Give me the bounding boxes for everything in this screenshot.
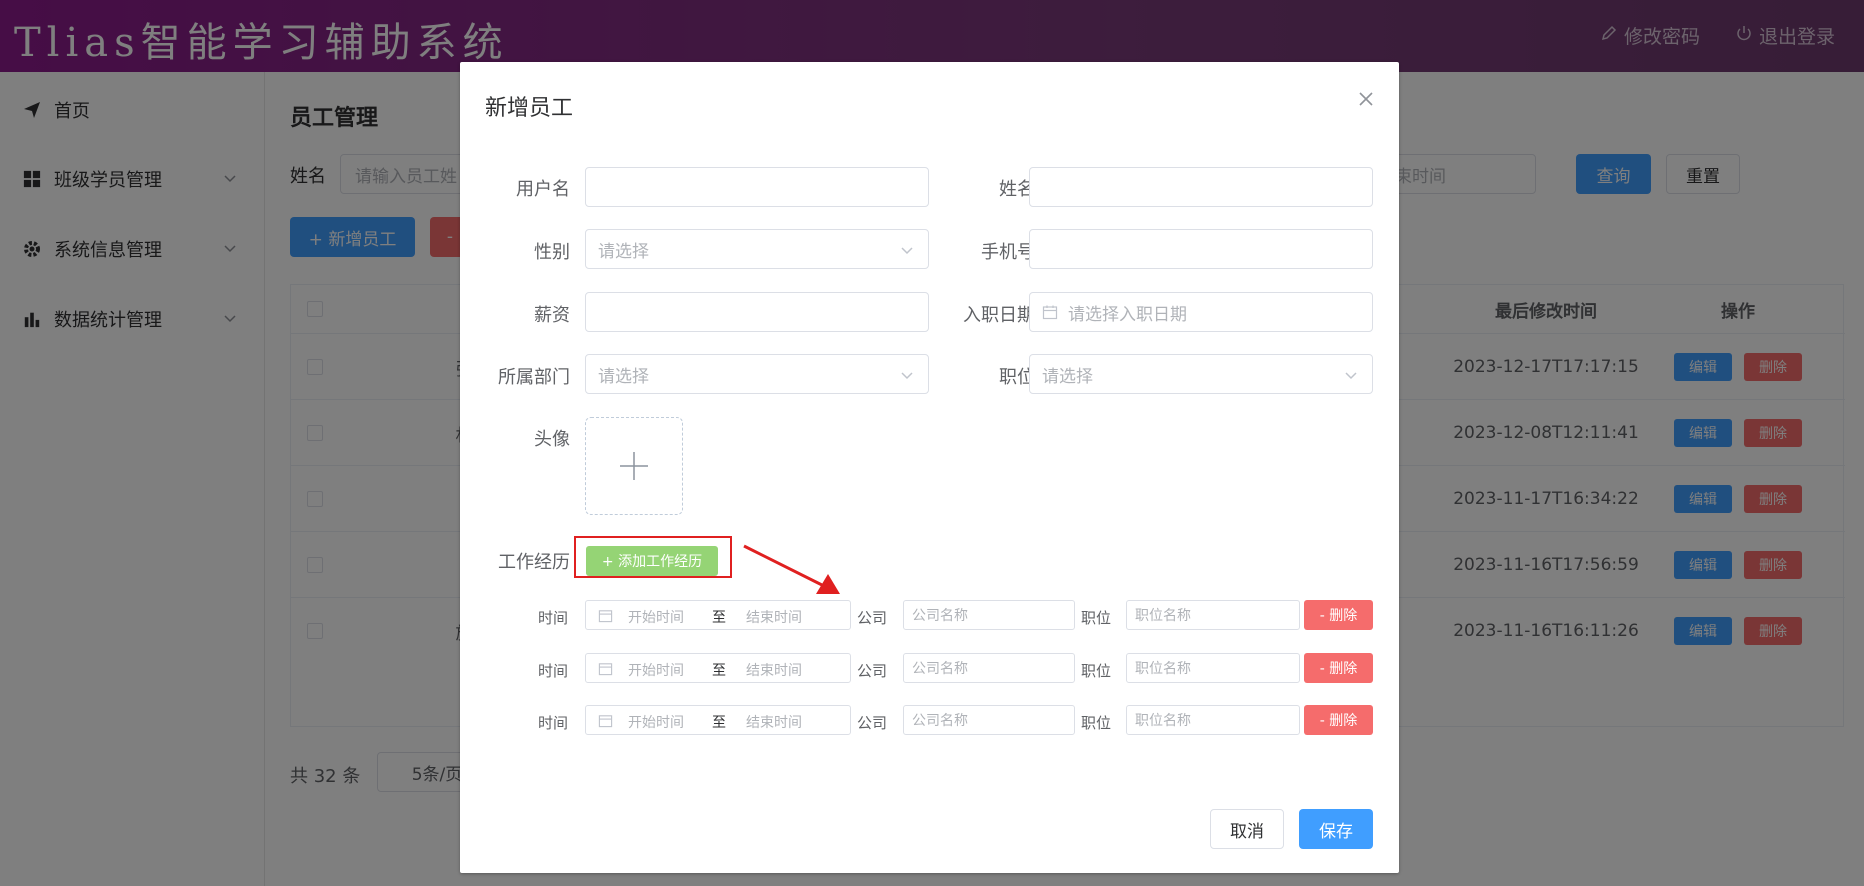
exp-range-separator: 至 <box>712 663 726 679</box>
exp-start-placeholder: 开始时间 <box>628 610 684 626</box>
exp-time-label: 时间 <box>538 662 569 680</box>
phone-input[interactable] <box>1029 229 1373 269</box>
chevron-down-icon <box>1345 372 1357 380</box>
gender-placeholder: 请选择 <box>598 241 649 262</box>
close-icon[interactable] <box>1357 90 1375 108</box>
gender-select[interactable]: 请选择 <box>585 229 929 269</box>
exp-end-placeholder: 结束时间 <box>746 715 802 731</box>
name-label: 姓名 <box>999 179 1035 200</box>
entry-date-label: 入职日期 <box>963 305 1035 326</box>
exp-range-separator: 至 <box>712 715 726 731</box>
exp-start-placeholder: 开始时间 <box>628 663 684 679</box>
exp-job-label: 职位 <box>1081 609 1112 627</box>
add-employee-dialog: 新增员工 用户名 姓名 性别 请选择 手机号 薪资 入职日期 请选择入职日期 所… <box>460 62 1399 873</box>
position-select[interactable]: 请选择 <box>1029 354 1373 394</box>
department-select[interactable]: 请选择 <box>585 354 929 394</box>
gender-label: 性别 <box>534 242 570 263</box>
calendar-icon <box>598 715 613 728</box>
exp-company-input[interactable]: 公司名称 <box>903 653 1075 683</box>
exp-range-separator: 至 <box>712 610 726 626</box>
exp-delete-button[interactable]: - 删除 <box>1304 600 1373 630</box>
exp-delete-button[interactable]: - 删除 <box>1304 705 1373 735</box>
avatar-label: 头像 <box>534 429 570 450</box>
username-label: 用户名 <box>516 179 570 200</box>
work-experience-label: 工作经历 <box>498 552 570 573</box>
calendar-icon <box>1042 305 1058 320</box>
avatar-uploader[interactable] <box>585 417 683 515</box>
calendar-icon <box>598 610 613 623</box>
username-input[interactable] <box>585 167 929 207</box>
department-placeholder: 请选择 <box>598 366 649 387</box>
salary-label: 薪资 <box>534 305 570 326</box>
exp-company-input[interactable]: 公司名称 <box>903 705 1075 735</box>
position-placeholder: 请选择 <box>1042 366 1093 387</box>
exp-end-placeholder: 结束时间 <box>746 663 802 679</box>
calendar-icon <box>598 663 613 676</box>
exp-company-input[interactable]: 公司名称 <box>903 600 1075 630</box>
save-button[interactable]: 保存 <box>1299 809 1373 849</box>
plus-icon <box>620 452 648 480</box>
phone-label: 手机号 <box>981 242 1035 263</box>
exp-start-placeholder: 开始时间 <box>628 715 684 731</box>
position-label: 职位 <box>999 367 1035 388</box>
add-work-experience-button[interactable]: + 添加工作经历 <box>586 546 718 576</box>
exp-company-label: 公司 <box>857 714 888 732</box>
exp-time-label: 时间 <box>538 609 569 627</box>
chevron-down-icon <box>901 372 913 380</box>
dialog-title: 新增员工 <box>485 96 574 121</box>
exp-date-range[interactable]: 开始时间 至 结束时间 <box>585 600 851 630</box>
exp-company-label: 公司 <box>857 609 888 627</box>
exp-job-label: 职位 <box>1081 714 1112 732</box>
exp-company-label: 公司 <box>857 662 888 680</box>
entry-date-picker[interactable]: 请选择入职日期 <box>1029 292 1373 332</box>
cancel-button[interactable]: 取消 <box>1210 809 1284 849</box>
department-label: 所属部门 <box>498 367 570 388</box>
exp-job-input[interactable]: 职位名称 <box>1126 600 1300 630</box>
exp-date-range[interactable]: 开始时间 至 结束时间 <box>585 705 851 735</box>
exp-delete-button[interactable]: - 删除 <box>1304 653 1373 683</box>
exp-time-label: 时间 <box>538 714 569 732</box>
exp-job-input[interactable]: 职位名称 <box>1126 653 1300 683</box>
exp-job-label: 职位 <box>1081 662 1112 680</box>
exp-date-range[interactable]: 开始时间 至 结束时间 <box>585 653 851 683</box>
exp-end-placeholder: 结束时间 <box>746 610 802 626</box>
chevron-down-icon <box>901 247 913 255</box>
entry-date-placeholder: 请选择入职日期 <box>1068 304 1187 325</box>
annotation-arrow-icon <box>743 544 840 594</box>
name-input[interactable] <box>1029 167 1373 207</box>
salary-input[interactable] <box>585 292 929 332</box>
exp-job-input[interactable]: 职位名称 <box>1126 705 1300 735</box>
